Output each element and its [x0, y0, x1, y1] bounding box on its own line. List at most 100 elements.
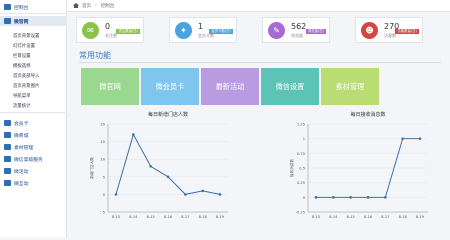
quick-tile-0[interactable]: 微官网 [81, 68, 139, 105]
sidebar-item-12[interactable]: 素材管理 [0, 142, 67, 152]
x-tick-label: 8-13 [312, 215, 320, 219]
data-point [149, 164, 152, 168]
sidebar-item-5[interactable]: 模板选择 [0, 61, 67, 71]
y-tick-label: 0.5 [299, 167, 305, 171]
breadcrumb-home[interactable]: 首页 [82, 3, 91, 9]
sidebar-item-11[interactable]: 微商城 [0, 130, 67, 140]
stat-card-2[interactable]: ✎ 562 浏览量 浏览量(日) [262, 17, 330, 43]
shop-icon [4, 132, 11, 138]
quick-tile-2[interactable]: 最新活动 [201, 68, 259, 105]
x-tick-label: 8-15 [147, 215, 155, 219]
sidebar-item-15[interactable]: 微互动 [0, 178, 67, 188]
sidebar-item-3[interactable]: 幻灯片设置 [0, 41, 67, 51]
y-tick-label: 0 [103, 193, 106, 197]
section-divider [79, 62, 441, 63]
chart-title: 每日新增门店人数 [148, 111, 188, 118]
sidebar-item-label: 微商城 [14, 133, 29, 139]
sidebar-item-7[interactable]: 首页背景图片 [0, 81, 67, 91]
sidebar-item-label: 模板选择 [13, 64, 31, 69]
stat-card-0[interactable]: ✉ 0 关注数 关注数量(日) [76, 17, 144, 43]
stat-card-1[interactable]: ✦ 1 会员卡数 会员卡数(日) [169, 17, 237, 43]
stat-value: 0 [105, 22, 111, 31]
sidebar-item-label: 素材管理 [14, 145, 34, 151]
x-tick-label: 8-16 [164, 215, 173, 219]
y-tick-label: -0.25 [296, 211, 305, 215]
sidebar-item-6[interactable]: 首页底部导入 [0, 71, 67, 81]
y-tick-label: 5 [103, 175, 105, 179]
sidebar-item-label: 微活动 [14, 169, 29, 175]
data-point [114, 193, 118, 196]
sidebar-item-label: 首页背景设置 [13, 34, 40, 39]
data-point [314, 196, 318, 199]
sidebar-item-label: 控制台 [14, 5, 29, 11]
series-line [115, 133, 221, 195]
home-site-icon [4, 18, 11, 24]
stat-circle: ✎ [268, 22, 285, 39]
x-tick-label: 8-18 [199, 215, 208, 219]
top-bar: 首页 › 控制台 [67, 0, 450, 12]
sidebar-item-10[interactable]: 会员卡 [0, 118, 67, 128]
breadcrumb-current: 控制台 [100, 3, 115, 9]
sidebar-item-13[interactable]: 微信高级服务 [0, 154, 67, 164]
y-tick-label: 15 [100, 140, 105, 144]
wechat-icon: ✉ [87, 26, 94, 35]
sidebar-item-14[interactable]: 微活动 [0, 166, 67, 176]
quick-tile-1[interactable]: 微会员卡 [141, 68, 199, 105]
stat-badge[interactable]: 会员卡数(日) [209, 29, 233, 34]
quick-tile-3[interactable]: 微信设置 [261, 68, 319, 105]
sidebar-item-1[interactable]: 微官网 [0, 16, 67, 26]
quick-tile-4[interactable]: 素材管理 [321, 68, 379, 105]
x-tick-label: 8-15 [347, 215, 355, 219]
breadcrumb-separator: › [95, 3, 97, 8]
stat-value: 562 [291, 22, 307, 31]
data-point [401, 137, 404, 140]
y-axis-label: 新增门店人数 [89, 157, 94, 179]
sidebar: 控制台微官网首页背景设置幻灯片设置 栏目设置模板选择首页底部导入首页背景图片 导航菜… [0, 0, 67, 237]
stat-label: 关注数 [105, 33, 117, 38]
x-tick-label: 8-13 [112, 215, 120, 219]
home-icon[interactable] [73, 3, 79, 8]
x-tick-label: 8-17 [181, 215, 189, 219]
user-icon: ☻ [365, 26, 374, 35]
activity-icon [4, 168, 11, 174]
data-point [166, 175, 170, 179]
chart-daily-new-store-visitors: 每日新增门店人数 -5 0 5 10 15 20 8-13 8-14 8-15 8-16 8-17 8-… [89, 111, 228, 219]
interact-icon [4, 180, 11, 186]
y-tick-label: 0 [303, 196, 306, 200]
sidebar-divider [0, 13, 67, 14]
sidebar-item-9[interactable]: 流量统计 [0, 101, 67, 111]
sidebar-divider [0, 112, 67, 113]
x-tick-label: 8-17 [381, 215, 389, 219]
stat-value: 1 [198, 22, 204, 31]
y-tick-label: 10 [100, 158, 105, 162]
sidebar-item-label: 流量统计 [13, 104, 31, 109]
section-title: 常用功能 [79, 51, 111, 60]
data-point [384, 196, 387, 199]
sidebar-item-0[interactable]: 控制台 [0, 2, 67, 12]
stat-badge[interactable]: 浏览量(日) [305, 29, 326, 34]
x-tick-label: 8-14 [329, 215, 338, 219]
y-tick-label: 1.25 [297, 123, 305, 127]
sidebar-item-label: 微信高级服务 [14, 157, 43, 163]
data-point [366, 196, 370, 199]
stat-circle: ✉ [82, 22, 99, 39]
member-card-icon [4, 120, 11, 126]
sidebar-item-4[interactable]: 栏目设置 [0, 51, 67, 61]
x-tick-label: 8-19 [416, 215, 425, 219]
sidebar-item-label: 首页底部导入 [13, 74, 40, 79]
x-tick-label: 8-16 [364, 215, 373, 219]
data-point [184, 193, 187, 196]
sidebar-item-8[interactable]: 导航菜单 [0, 91, 67, 101]
stat-card-3[interactable]: ☻ 270 访客数 访客数量(日) [355, 17, 423, 43]
stat-circle: ☻ [361, 22, 378, 39]
sidebar-item-2[interactable]: 首页背景设置 [0, 31, 67, 41]
data-point [132, 133, 135, 136]
y-axis-label: 接收消息数 [289, 159, 294, 177]
stat-badge[interactable]: 访客数量(日) [395, 29, 419, 34]
chart-title: 每日接收消息数 [350, 111, 385, 118]
stat-badge[interactable]: 关注数量(日) [116, 29, 140, 34]
bird-icon: ✦ [180, 26, 187, 35]
x-tick-label: 8-19 [216, 215, 225, 219]
y-tick-label: 20 [100, 123, 105, 127]
sidebar-item-label: 微官网 [14, 19, 29, 25]
